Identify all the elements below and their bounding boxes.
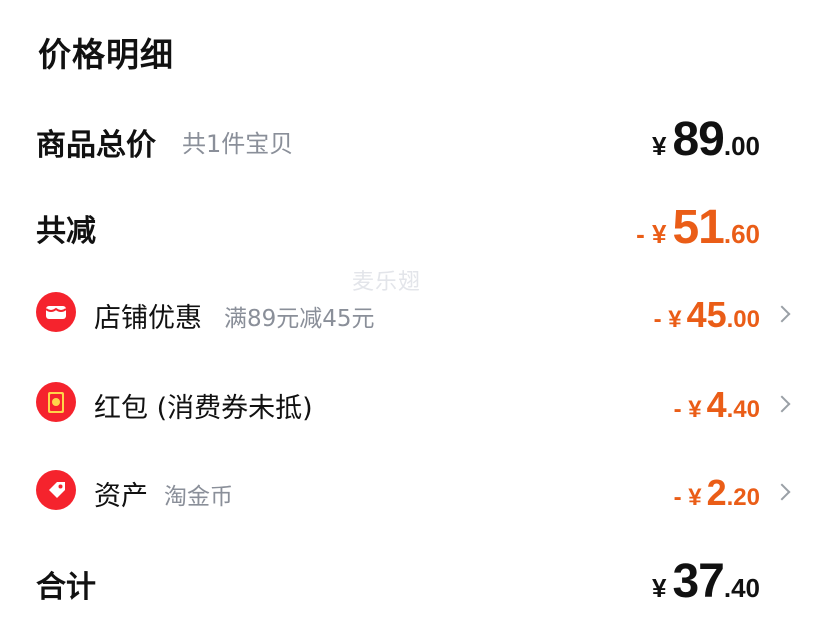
grand-total-row: 合计 ¥37.40	[0, 554, 828, 614]
assets-amount: - ¥2.20	[674, 472, 760, 514]
amount-decimal: .40	[726, 396, 760, 423]
chevron-right-icon[interactable]	[773, 305, 791, 323]
chevron-right-icon[interactable]	[773, 395, 791, 413]
currency-symbol: ¥	[651, 573, 667, 603]
discount-item-assets[interactable]: 资产 淘金币 - ¥2.20	[0, 466, 828, 514]
amount-decimal: .00	[726, 306, 760, 333]
currency-symbol: ¥	[651, 131, 667, 161]
store-discount-label: 店铺优惠	[94, 303, 202, 334]
discount-prefix: - ¥	[673, 484, 702, 511]
goods-total-label: 商品总价	[36, 128, 156, 163]
amount-integer: 4	[706, 384, 727, 425]
goods-total-row: 商品总价 共1件宝贝 ¥89.00	[0, 112, 828, 172]
total-discount-label: 共减	[36, 214, 96, 249]
discount-item-red-envelope[interactable]: 红包 (消费券未抵) - ¥4.40	[0, 378, 828, 426]
amount-decimal: .20	[726, 484, 760, 511]
red-envelope-amount: - ¥4.40	[674, 384, 760, 426]
chevron-right-icon[interactable]	[773, 483, 791, 501]
assets-label: 资产	[94, 481, 148, 512]
store-icon	[36, 292, 76, 332]
amount-decimal: .60	[723, 219, 760, 249]
store-discount-detail: 满89元减45元	[224, 306, 375, 332]
total-discount-amount: - ¥51.60	[636, 200, 760, 255]
grand-total-label: 合计	[36, 570, 96, 605]
goods-total-amount: ¥89.00	[652, 112, 760, 167]
discount-prefix: - ¥	[636, 219, 667, 249]
page-title: 价格明细	[38, 35, 174, 74]
grand-total-amount: ¥37.40	[652, 554, 760, 609]
amount-integer: 51	[672, 201, 724, 254]
goods-total-count: 共1件宝贝	[182, 130, 294, 158]
amount-integer: 45	[686, 294, 727, 335]
amount-decimal: .00	[723, 131, 760, 161]
amount-decimal: .40	[723, 573, 760, 603]
amount-integer: 89	[672, 113, 724, 166]
amount-integer: 37	[672, 555, 724, 608]
store-discount-amount: - ¥45.00	[654, 294, 760, 336]
red-envelope-icon	[36, 382, 76, 422]
red-envelope-label: 红包 (消费券未抵)	[94, 393, 313, 424]
discount-item-store[interactable]: 店铺优惠 满89元减45元 - ¥45.00	[0, 290, 828, 336]
amount-integer: 2	[706, 472, 727, 513]
total-discount-row: 共减 - ¥51.60	[0, 198, 828, 258]
tag-icon	[36, 470, 76, 510]
discount-prefix: - ¥	[673, 396, 702, 423]
discount-prefix: - ¥	[653, 306, 682, 333]
assets-detail: 淘金币	[164, 484, 233, 510]
